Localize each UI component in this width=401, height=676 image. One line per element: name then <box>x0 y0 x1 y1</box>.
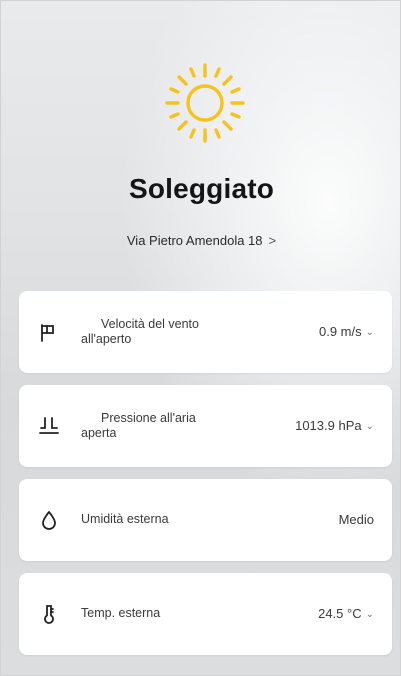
chevron-down-icon: ⌄ <box>365 609 374 620</box>
weather-summary: Soleggiato Via Pietro Amendola 18 > <box>1 1 401 271</box>
air-pressure-card[interactable]: Pressione all'aria aperta 1013.9 hPa ⌄ <box>19 385 392 467</box>
chevron-down-icon: ⌄ <box>365 327 374 338</box>
wind-speed-value: 0.9 m/s ⌄ <box>318 324 374 339</box>
temperature-card[interactable]: Temp. esterna 24.5 °C ⌄ <box>19 573 392 655</box>
chevron-right-icon: > <box>268 233 277 248</box>
weather-screen: Soleggiato Via Pietro Amendola 18 > Veloc… <box>0 0 401 676</box>
temperature-value: 24.5 °C ⌄ <box>318 606 374 621</box>
air-pressure-label: Pressione all'aria aperta <box>81 411 196 440</box>
wind-speed-label: Velocità del vento all'aperto <box>81 317 199 346</box>
humidity-label: Umidità esterna <box>81 512 169 526</box>
chevron-down-icon: ⌄ <box>365 421 374 432</box>
location-link[interactable]: Via Pietro Amendola 18 > <box>1 233 401 248</box>
weather-condition: Soleggiato <box>128 173 275 204</box>
location-text: Via Pietro Amendola 18 <box>126 233 263 248</box>
humidity-card: Umidità esterna Medio <box>19 479 392 561</box>
thermometer-icon <box>44 605 54 624</box>
wind-speed-card[interactable]: Velocità del vento all'aperto 0.9 m/s ⌄ <box>19 291 392 373</box>
pressure-icon <box>39 417 59 434</box>
humidity-icon <box>42 511 56 530</box>
air-pressure-value: 1013.9 hPa ⌄ <box>295 418 374 433</box>
humidity-value: Medio <box>338 512 374 527</box>
sun-icon <box>165 63 245 143</box>
temperature-label: Temp. esterna <box>81 606 161 620</box>
wind-icon <box>41 324 54 342</box>
